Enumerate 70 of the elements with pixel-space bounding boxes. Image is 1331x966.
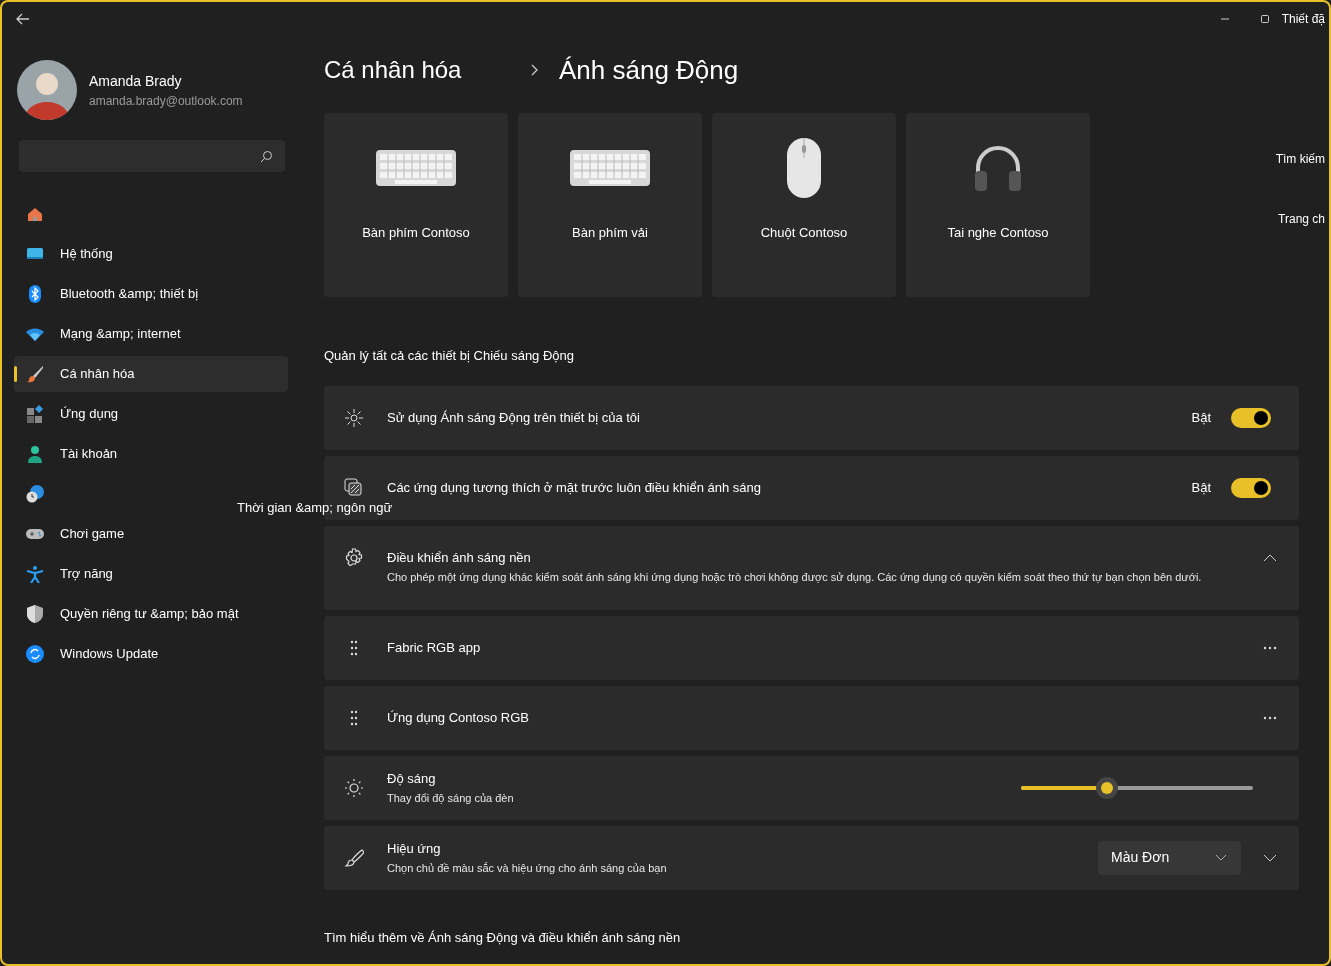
nav-item[interactable]: Tài khoản bbox=[14, 436, 288, 472]
brush-icon bbox=[344, 847, 364, 868]
shield-icon bbox=[26, 605, 44, 623]
nav-item[interactable]: Mạng &amp; internet bbox=[14, 316, 288, 352]
nav-item[interactable]: Trợ năng bbox=[14, 556, 288, 592]
user-email: amanda.brady@outlook.com bbox=[89, 92, 243, 110]
person-icon bbox=[26, 445, 44, 463]
search-field[interactable] bbox=[19, 140, 285, 172]
toggle-switch[interactable] bbox=[1231, 407, 1271, 428]
headphones-icon bbox=[973, 143, 1023, 193]
chevron-right-icon bbox=[529, 63, 539, 77]
settings-icon bbox=[344, 547, 364, 568]
apps-icon bbox=[26, 405, 44, 423]
setting-description: Cho phép một ứng dụng khác kiểm soát ánh sáng khi ứng dụng hoặc trò chơi không được sử dụng. Các ứng dụng có quyền kiểm soát theo thứ tự bạn chọn bên dưới. bbox=[387, 570, 1203, 585]
device-card[interactable]: Bàn phím Contoso bbox=[324, 113, 508, 297]
chevron-down-icon bbox=[1215, 854, 1227, 861]
layers-icon bbox=[344, 477, 364, 498]
globe-clock-icon[interactable] bbox=[26, 485, 44, 503]
user-name: Amanda Brady bbox=[89, 71, 183, 91]
breadcrumb-link[interactable]: Cá nhân hóa bbox=[324, 52, 529, 88]
setting-title: Độ sáng bbox=[387, 769, 437, 788]
nav-item[interactable]: Chơi game bbox=[14, 516, 288, 552]
light-burst-icon bbox=[344, 407, 364, 428]
accessibility-icon bbox=[26, 565, 44, 583]
toggle-state-label: Bật bbox=[1191, 478, 1211, 497]
bluetooth-icon bbox=[26, 285, 44, 303]
page-title: Ánh sáng Động bbox=[559, 53, 739, 87]
mouse-icon bbox=[785, 137, 823, 199]
update-icon bbox=[26, 645, 44, 663]
nav-item[interactable]: Windows Update bbox=[14, 636, 288, 672]
toggle-state-label: Bật bbox=[1191, 408, 1211, 427]
nav-item-label[interactable]: Thời gian &amp; ngôn ngữ bbox=[237, 498, 393, 518]
more-icon[interactable] bbox=[1263, 715, 1277, 720]
learn-more-link[interactable]: Tìm hiểu thêm về Ánh sáng Động và điều khiển ánh sáng nền bbox=[324, 927, 1299, 947]
setting-title: Các ứng dụng tương thích ở mặt trước luôn điều khiển ánh sáng bbox=[387, 478, 762, 497]
nav-item[interactable]: Hệ thống bbox=[14, 236, 288, 272]
more-icon[interactable] bbox=[1263, 645, 1277, 650]
toggle-switch[interactable] bbox=[1231, 477, 1271, 498]
search-label: Tìm kiếm bbox=[1275, 151, 1325, 168]
setting-title: Fabric RGB app bbox=[387, 638, 482, 657]
home-label: Trang ch bbox=[1278, 211, 1325, 228]
keyboard-icon bbox=[375, 149, 457, 187]
keyboard-icon bbox=[569, 149, 651, 187]
setting-title: Sử dụng Ánh sáng Động trên thiết bị của tôi bbox=[387, 408, 641, 427]
avatar bbox=[17, 60, 77, 120]
home-icon bbox=[26, 205, 44, 223]
window-title: Thiết đặ bbox=[1281, 11, 1325, 28]
chevron-down-icon[interactable] bbox=[1263, 853, 1277, 862]
device-card[interactable]: Chuột Contoso bbox=[712, 113, 896, 297]
search-icon[interactable] bbox=[260, 149, 273, 163]
nav-item[interactable]: Bluetooth &amp; thiết bị bbox=[14, 276, 288, 312]
nav-item[interactable]: Ứng dụng bbox=[14, 396, 288, 432]
nav-item[interactable]: Cá nhân hóa bbox=[14, 356, 288, 392]
device-card[interactable]: Tai nghe Contoso bbox=[906, 113, 1090, 297]
nav-item[interactable]: Quyền riêng tư &amp; bảo mật bbox=[14, 596, 288, 632]
brightness-slider[interactable] bbox=[1021, 776, 1253, 799]
maximize-icon[interactable] bbox=[1259, 14, 1270, 24]
effect-dropdown[interactable]: Màu Đơn bbox=[1098, 840, 1241, 875]
setting-description: Chọn chủ đề màu sắc và hiệu ứng cho ánh sáng của bạn bbox=[387, 861, 668, 876]
sun-icon bbox=[344, 777, 364, 798]
device-card[interactable]: Bàn phím vải bbox=[518, 113, 702, 297]
setting-title: Ứng dụng Contoso RGB bbox=[387, 708, 530, 727]
wifi-icon bbox=[26, 325, 44, 343]
chevron-up-icon[interactable] bbox=[1263, 553, 1277, 562]
section-title: Quản lý tất cả các thiết bị Chiếu sáng Động bbox=[324, 347, 576, 365]
setting-description: Thay đổi độ sáng của đèn bbox=[387, 791, 515, 806]
brush-icon bbox=[26, 365, 44, 383]
back-icon[interactable] bbox=[16, 13, 30, 25]
setting-title: Điều khiển ánh sáng nền bbox=[387, 548, 532, 567]
setting-title: Hiệu ứng bbox=[387, 839, 442, 858]
